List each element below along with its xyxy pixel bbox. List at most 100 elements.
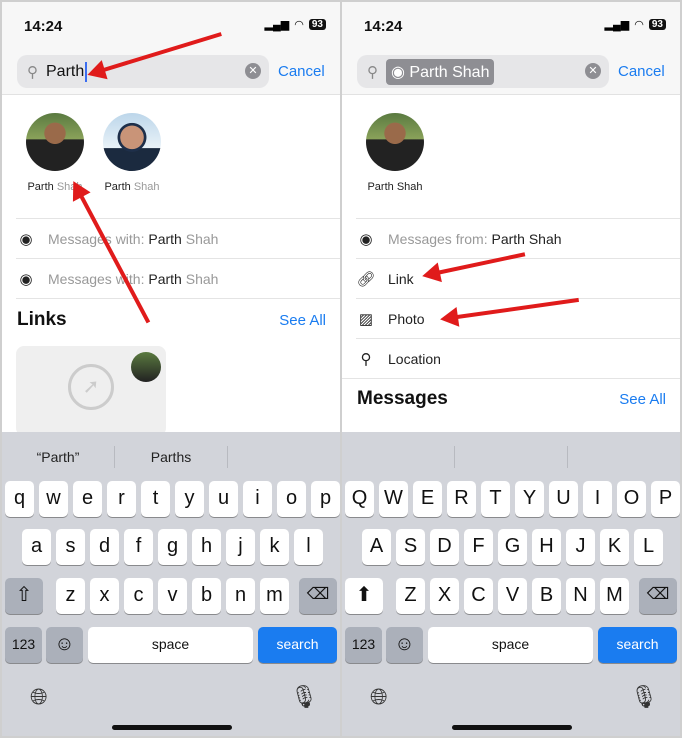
search-input[interactable]: ⚲ ◉ Parth Shah ✕	[357, 55, 609, 88]
cancel-button[interactable]: Cancel	[278, 63, 325, 80]
contact-avatar[interactable]	[26, 113, 84, 171]
keyboard: Q W E R T Y U I O P A S D F G H J K L Z X C V B N M ⬆ ⌫ 123 ☺ space sea…	[342, 432, 680, 736]
space-key[interactable]: space	[428, 627, 593, 663]
shift-key[interactable]: ⇧	[5, 578, 43, 614]
contact-avatar[interactable]	[366, 113, 424, 171]
key-y[interactable]: y	[175, 481, 204, 517]
key-h[interactable]: H	[532, 529, 561, 565]
suggestion-2[interactable]	[568, 446, 680, 468]
key-x[interactable]: X	[430, 578, 459, 614]
space-key[interactable]: space	[88, 627, 253, 663]
suggestion-1[interactable]	[455, 446, 568, 468]
key-x[interactable]: x	[90, 578, 119, 614]
key-a[interactable]: a	[22, 529, 51, 565]
see-all-link[interactable]: See All	[279, 312, 326, 329]
key-t[interactable]: t	[141, 481, 170, 517]
key-r[interactable]: r	[107, 481, 136, 517]
key-y[interactable]: Y	[515, 481, 544, 517]
key-c[interactable]: c	[124, 578, 153, 614]
key-r[interactable]: R	[447, 481, 476, 517]
home-indicator[interactable]	[112, 725, 232, 730]
key-j[interactable]: j	[226, 529, 255, 565]
suggestion-1[interactable]: Parths	[115, 446, 228, 468]
contact-name[interactable]: Parth Shah	[355, 181, 435, 193]
key-c[interactable]: C	[464, 578, 493, 614]
suggestion-2[interactable]	[228, 446, 340, 468]
suggestion-0[interactable]: “Parth”	[2, 446, 115, 468]
key-i[interactable]: i	[243, 481, 272, 517]
key-m[interactable]: m	[260, 578, 289, 614]
key-b[interactable]: B	[532, 578, 561, 614]
key-g[interactable]: g	[158, 529, 187, 565]
key-l[interactable]: L	[634, 529, 663, 565]
see-all-link[interactable]: See All	[619, 391, 666, 408]
key-i[interactable]: I	[583, 481, 612, 517]
key-q[interactable]: Q	[345, 481, 374, 517]
row-prefix: Messages with:	[48, 230, 145, 247]
suggestion-row[interactable]: ◉ Messages with: Parth Shah	[16, 218, 340, 258]
key-n[interactable]: N	[566, 578, 595, 614]
key-d[interactable]: D	[430, 529, 459, 565]
key-e[interactable]: E	[413, 481, 442, 517]
key-u[interactable]: u	[209, 481, 238, 517]
key-p[interactable]: P	[651, 481, 680, 517]
key-l[interactable]: l	[294, 529, 323, 565]
key-w[interactable]: W	[379, 481, 408, 517]
delete-key[interactable]: ⌫	[639, 578, 677, 614]
key-v[interactable]: v	[158, 578, 187, 614]
contact-avatar[interactable]	[103, 113, 161, 171]
key-k[interactable]: K	[600, 529, 629, 565]
key-t[interactable]: T	[481, 481, 510, 517]
key-z[interactable]: Z	[396, 578, 425, 614]
key-q[interactable]: q	[5, 481, 34, 517]
key-s[interactable]: s	[56, 529, 85, 565]
suggestion-row[interactable]: ◉ Messages with: Parth Shah	[16, 258, 340, 298]
row-first: Parth	[148, 230, 182, 247]
suggestion-row-link[interactable]: 🔗︎ Link	[356, 258, 680, 298]
cancel-button[interactable]: Cancel	[618, 63, 665, 80]
person-circle-icon: ◉	[19, 270, 33, 288]
key-z[interactable]: z	[56, 578, 85, 614]
suggestion-row-photo[interactable]: ▨ Photo	[356, 298, 680, 338]
shift-key[interactable]: ⬆	[345, 578, 383, 614]
emoji-key[interactable]: ☺	[386, 627, 423, 663]
numbers-key[interactable]: 123	[5, 627, 42, 663]
globe-icon[interactable]: 🌐︎	[370, 684, 388, 710]
key-o[interactable]: o	[277, 481, 306, 517]
link-card[interactable]: ➚	[16, 346, 166, 436]
key-d[interactable]: d	[90, 529, 119, 565]
key-b[interactable]: b	[192, 578, 221, 614]
search-key[interactable]: search	[258, 627, 337, 663]
emoji-key[interactable]: ☺	[46, 627, 83, 663]
key-v[interactable]: V	[498, 578, 527, 614]
key-m[interactable]: M	[600, 578, 629, 614]
suggestion-row-messages-from[interactable]: ◉ Messages from: Parth Shah	[356, 218, 680, 258]
home-indicator[interactable]	[452, 725, 572, 730]
clear-icon[interactable]: ✕	[585, 63, 601, 79]
clear-icon[interactable]: ✕	[245, 63, 261, 79]
key-e[interactable]: e	[73, 481, 102, 517]
microphone-icon[interactable]: 🎙︎	[290, 684, 318, 710]
key-f[interactable]: f	[124, 529, 153, 565]
suggestion-row-location[interactable]: ⚲ Location	[356, 338, 680, 378]
key-u[interactable]: U	[549, 481, 578, 517]
contact-token[interactable]: ◉ Parth Shah	[386, 58, 495, 85]
key-j[interactable]: J	[566, 529, 595, 565]
key-p[interactable]: p	[311, 481, 340, 517]
key-k[interactable]: k	[260, 529, 289, 565]
key-h[interactable]: h	[192, 529, 221, 565]
suggestion-0[interactable]	[342, 446, 455, 468]
contact-name[interactable]: Parth Shah	[92, 181, 172, 193]
key-o[interactable]: O	[617, 481, 646, 517]
key-n[interactable]: n	[226, 578, 255, 614]
key-f[interactable]: F	[464, 529, 493, 565]
microphone-icon[interactable]: 🎙︎	[630, 684, 658, 710]
numbers-key[interactable]: 123	[345, 627, 382, 663]
search-key[interactable]: search	[598, 627, 677, 663]
globe-icon[interactable]: 🌐︎	[30, 684, 48, 710]
delete-key[interactable]: ⌫	[299, 578, 337, 614]
key-a[interactable]: A	[362, 529, 391, 565]
key-g[interactable]: G	[498, 529, 527, 565]
key-s[interactable]: S	[396, 529, 425, 565]
key-w[interactable]: w	[39, 481, 68, 517]
